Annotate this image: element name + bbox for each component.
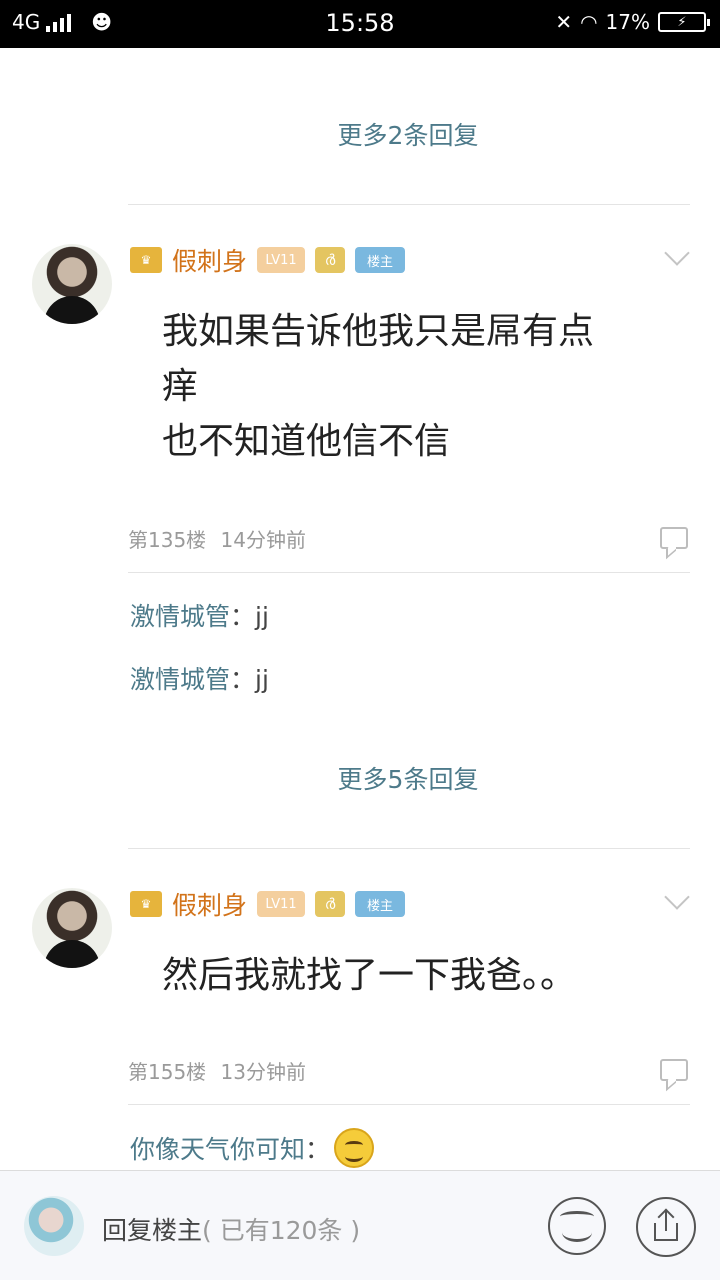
post-text: 我如果告诉他我只是屌有点 痒 也不知道他信不信: [162, 304, 594, 469]
reply-count: ( 已有120条 ): [202, 1216, 361, 1245]
reply-op-input[interactable]: 回复楼主( 已有120条 ): [102, 1211, 360, 1247]
reply-content: ：jj: [230, 602, 269, 631]
divider: [128, 572, 690, 573]
emoji-icon[interactable]: [548, 1197, 606, 1255]
username[interactable]: 假刺身: [172, 242, 247, 278]
avatar[interactable]: [32, 244, 112, 324]
sign-badge: ർ: [315, 247, 346, 273]
reply-item[interactable]: 激情城管 ：jj: [130, 660, 269, 696]
post-line: 我如果告诉他我只是屌有点: [162, 311, 595, 352]
divider: [128, 204, 690, 205]
reply-content: ：jj: [230, 665, 269, 694]
chevron-down-icon[interactable]: [664, 240, 690, 266]
chevron-down-icon[interactable]: [664, 884, 690, 910]
reply-item[interactable]: 激情城管 ：jj: [130, 597, 269, 633]
post-header: ♛ 假刺身 LV11 ർ 楼主: [130, 242, 406, 278]
post-line: 也不知道他信不信: [162, 421, 451, 462]
more-replies-link[interactable]: 更多5条回复: [128, 760, 688, 796]
post-meta: 第155楼 13分钟前: [128, 1056, 306, 1085]
post-line: 痒: [162, 366, 199, 407]
level-badge: LV11: [257, 891, 306, 917]
reply-user[interactable]: 激情城管: [130, 660, 230, 696]
my-avatar[interactable]: [24, 1196, 84, 1256]
reply-op-label: 回复楼主: [102, 1216, 203, 1245]
smile-emoji-icon: [334, 1128, 375, 1168]
comment-icon[interactable]: [660, 527, 688, 549]
reply-user[interactable]: 激情城管: [130, 597, 230, 633]
share-icon[interactable]: [636, 1197, 696, 1257]
crown-icon: ♛: [130, 891, 162, 917]
avatar[interactable]: [32, 888, 112, 968]
more-replies-link[interactable]: 更多2条回复: [128, 116, 688, 152]
divider: [128, 848, 690, 849]
divider: [128, 1104, 690, 1105]
reply-user[interactable]: 你像天气你可知: [130, 1130, 305, 1166]
status-right: ✕ ◠ 17% ⚡: [555, 10, 710, 34]
username[interactable]: 假刺身: [172, 886, 247, 922]
battery-icon: ⚡: [658, 12, 710, 32]
sign-badge: ർ: [315, 891, 346, 917]
post-line: 然后我就找了一下我爸。。: [162, 955, 577, 996]
floor-number: 第155楼: [128, 1060, 207, 1084]
crown-icon: ♛: [130, 247, 162, 273]
post-text: 然后我就找了一下我爸。。: [162, 948, 576, 1003]
post-meta: 第135楼 14分钟前: [128, 524, 306, 553]
wifi-icon: ◠: [580, 10, 598, 34]
status-bar: 4G ☻ 15:58 ✕ ◠ 17% ⚡: [0, 0, 720, 48]
reply-item[interactable]: 你像天气你可知 ：: [130, 1128, 375, 1168]
comment-icon[interactable]: [660, 1059, 688, 1081]
battery-percent: 17%: [605, 10, 650, 34]
floor-number: 第135楼: [128, 528, 207, 552]
level-badge: LV11: [257, 247, 306, 273]
op-badge: 楼主: [355, 247, 406, 273]
time-ago: 13分钟前: [220, 1060, 306, 1084]
bottom-reply-bar: 回复楼主( 已有120条 ): [0, 1170, 720, 1280]
time-ago: 14分钟前: [220, 528, 306, 552]
mute-icon: ✕: [555, 10, 573, 34]
post-header: ♛ 假刺身 LV11 ർ 楼主: [130, 886, 406, 922]
reply-content: ：: [305, 1135, 331, 1164]
op-badge: 楼主: [355, 891, 406, 917]
